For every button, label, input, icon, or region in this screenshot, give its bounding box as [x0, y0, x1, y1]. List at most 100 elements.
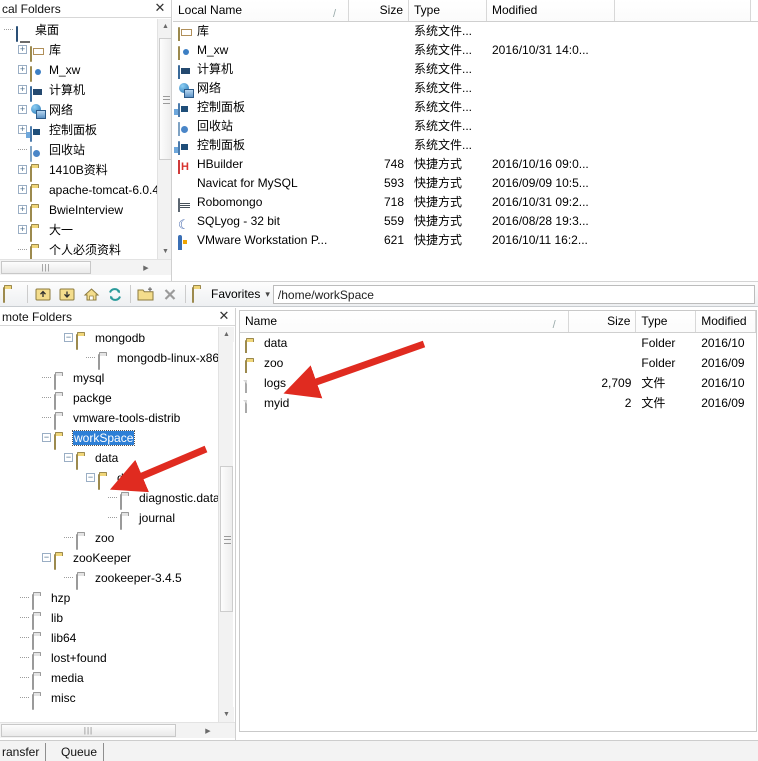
chevron-down-icon[interactable]: ▾: [265, 289, 270, 300]
local-folders-tree[interactable]: 桌面 + 库 + M_xw + 计算机 + 网络 + 控制面板 回收站 +1410B资料 + apache-…: [0, 19, 157, 259]
forward-dir-button[interactable]: [55, 283, 79, 305]
tree-node[interactable]: +1410B资料: [0, 159, 157, 182]
tree-node[interactable]: − zooKeeper: [0, 547, 218, 570]
tree-expand-toggle[interactable]: +: [18, 185, 27, 195]
tree-node[interactable]: lost+found: [0, 647, 218, 670]
table-row[interactable]: myid 2 文件 2016/09: [240, 393, 756, 413]
local-tree-hscroll-thumb[interactable]: |||: [1, 261, 91, 274]
tree-node[interactable]: media: [0, 667, 218, 690]
tree-node[interactable]: + apache-tomcat-6.0.4: [0, 179, 157, 202]
table-row[interactable]: 控制面板 系统文件...: [173, 136, 758, 155]
bottom-tab-bar[interactable]: ransfer Queue: [0, 740, 758, 761]
scroll-down-icon[interactable]: ▼: [219, 707, 234, 722]
tree-node[interactable]: misc: [0, 687, 218, 710]
tree-node[interactable]: + 大一: [0, 219, 157, 242]
local-file-list-header[interactable]: Local Name / Size Type Modified: [173, 0, 758, 22]
tree-expand-toggle[interactable]: +: [18, 165, 27, 175]
refresh-button[interactable]: [103, 283, 127, 305]
table-row[interactable]: M_xw 系统文件... 2016/10/31 14:0...: [173, 41, 758, 60]
tab-transfer[interactable]: ransfer: [0, 743, 47, 761]
table-row[interactable]: 计算机 系统文件...: [173, 60, 758, 79]
tree-node[interactable]: + 计算机: [0, 79, 157, 102]
scroll-down-icon[interactable]: ▼: [158, 244, 171, 259]
delete-button[interactable]: [158, 283, 182, 305]
tree-expand-toggle[interactable]: +: [18, 205, 27, 215]
tree-collapse-toggle[interactable]: −: [64, 453, 73, 463]
tree-node[interactable]: lib: [0, 607, 218, 630]
close-icon[interactable]: ✕: [217, 309, 231, 323]
tree-node[interactable]: 回收站: [0, 139, 157, 162]
column-header-modified[interactable]: Modified: [696, 311, 756, 332]
open-folder-button[interactable]: [0, 283, 24, 305]
tree-node[interactable]: + M_xw: [0, 59, 157, 82]
tree-node[interactable]: 个人必须资料: [0, 239, 157, 259]
table-row[interactable]: 回收站 系统文件...: [173, 117, 758, 136]
tab-queue[interactable]: Queue: [55, 743, 105, 761]
column-header-type[interactable]: Type: [636, 311, 697, 332]
tree-node[interactable]: − data: [0, 447, 218, 470]
column-header-pad[interactable]: [615, 0, 751, 21]
tree-node[interactable]: − workSpace: [0, 427, 218, 450]
tree-node[interactable]: − db: [0, 467, 218, 490]
tree-node[interactable]: 桌面: [0, 19, 157, 42]
table-row[interactable]: ☾ SQLyog - 32 bit 559 快捷方式 2016/08/28 19:3..…: [173, 212, 758, 231]
table-row[interactable]: 控制面板 系统文件...: [173, 98, 758, 117]
local-tree-vscrollbar[interactable]: ▲ ▼: [157, 19, 171, 259]
favorites-button[interactable]: Favorites ▾: [189, 284, 273, 304]
table-row[interactable]: data Folder 2016/10: [240, 333, 756, 353]
tree-node[interactable]: zookeeper-3.4.5: [0, 567, 218, 590]
tree-expand-toggle[interactable]: +: [18, 85, 27, 95]
column-header-size[interactable]: Size: [349, 0, 409, 21]
tree-expand-toggle[interactable]: +: [18, 105, 27, 115]
tree-node[interactable]: vmware-tools-distrib: [0, 407, 218, 430]
table-row[interactable]: 库 系统文件...: [173, 22, 758, 41]
tree-node[interactable]: + 网络: [0, 99, 157, 119]
remote-tree-scroll-thumb[interactable]: [220, 466, 233, 612]
sort-indicator-icon[interactable]: /: [333, 4, 342, 20]
tree-expand-toggle[interactable]: +: [18, 65, 27, 75]
tree-node[interactable]: + 控制面板: [0, 119, 157, 142]
close-icon[interactable]: ✕: [153, 1, 167, 15]
remote-toolbar[interactable]: Favorites ▾ /home/workSpace: [0, 281, 758, 307]
tree-collapse-toggle[interactable]: −: [64, 333, 73, 343]
column-header-name[interactable]: Local Name /: [173, 0, 349, 21]
tree-node[interactable]: diagnostic.data: [0, 487, 218, 510]
local-tree-hscrollbar[interactable]: ||| ▶: [0, 259, 171, 275]
tree-node[interactable]: hzp: [0, 587, 218, 610]
column-header-name[interactable]: Name /: [240, 311, 569, 332]
table-row[interactable]: logs 2,709 文件 2016/10: [240, 373, 756, 393]
tree-node[interactable]: + 库: [0, 39, 157, 62]
table-row[interactable]: HBuilder 748 快捷方式 2016/10/16 09:0...: [173, 155, 758, 174]
tree-node[interactable]: + BwieInterview: [0, 199, 157, 222]
tree-node[interactable]: packge: [0, 387, 218, 410]
remote-folders-tree[interactable]: − mongodb mongodb-linux-x86_64-mysql packge…: [0, 327, 218, 722]
tree-expand-toggle[interactable]: +: [18, 225, 27, 235]
remote-file-list-header[interactable]: Name / Size Type Modified: [240, 311, 756, 333]
column-header-size[interactable]: Size: [568, 311, 637, 332]
local-file-list-rows[interactable]: 库系统文件... M_xw 系统文件... 2016/10/31 14:0... 计算机…: [173, 22, 758, 274]
new-folder-button[interactable]: [134, 283, 158, 305]
sort-indicator-icon[interactable]: /: [553, 315, 562, 331]
home-dir-button[interactable]: [79, 283, 103, 305]
tree-node[interactable]: zoo: [0, 527, 218, 550]
table-row[interactable]: Robomongo 718 快捷方式 2016/10/31 09:2...: [173, 193, 758, 212]
parent-dir-button[interactable]: [31, 283, 55, 305]
table-row[interactable]: Navicat for MySQL 593 快捷方式 2016/09/09 10:5.…: [173, 174, 758, 193]
local-tree-scroll-thumb[interactable]: [159, 38, 171, 160]
column-header-modified[interactable]: Modified: [487, 0, 615, 21]
tree-node[interactable]: − mongodb: [0, 327, 218, 350]
remote-tree-hscrollbar[interactable]: ||| ▶: [0, 722, 235, 738]
column-header-type[interactable]: Type: [409, 0, 487, 21]
remote-file-list-rows[interactable]: data Folder 2016/10 zoo Folder 2016/09 logs 2,7…: [240, 333, 756, 731]
remote-tree-hscroll-thumb[interactable]: |||: [1, 724, 176, 737]
remote-path-input[interactable]: /home/workSpace: [272, 284, 755, 304]
remote-tree-vscrollbar[interactable]: ▲ ▼: [218, 327, 234, 722]
table-row[interactable]: 网络 系统文件...: [173, 79, 758, 98]
tree-expand-toggle[interactable]: +: [18, 45, 27, 55]
tree-collapse-toggle[interactable]: −: [42, 553, 51, 563]
tree-node[interactable]: mysql: [0, 367, 218, 390]
table-row[interactable]: zoo Folder 2016/09: [240, 353, 756, 373]
scroll-up-icon[interactable]: ▲: [158, 19, 171, 34]
tree-collapse-toggle[interactable]: −: [86, 473, 95, 483]
scroll-right-icon[interactable]: ▶: [200, 723, 216, 738]
